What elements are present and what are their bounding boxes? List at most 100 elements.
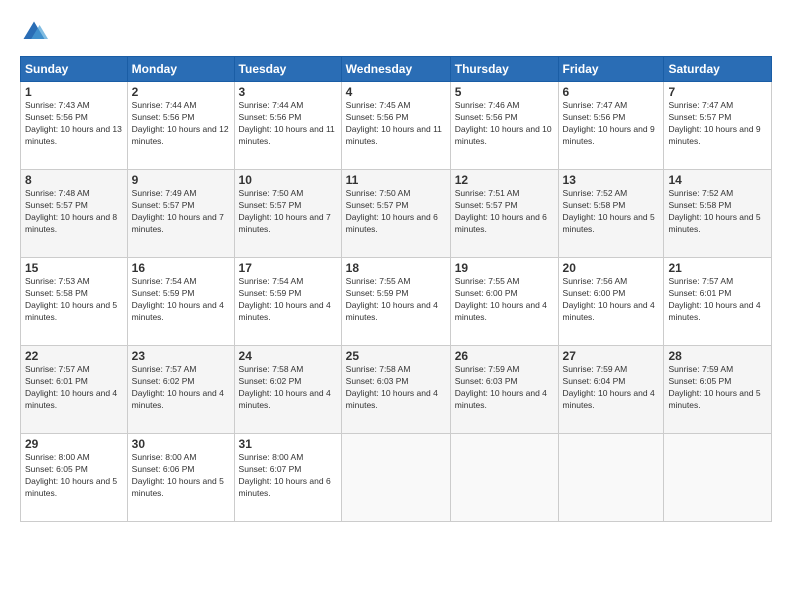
header-day-tuesday: Tuesday [234, 57, 341, 82]
day-number: 6 [563, 85, 660, 99]
sunset-label: Sunset: 6:03 PM [346, 376, 409, 386]
daylight-label: Daylight: 10 hours and 5 minutes. [132, 476, 224, 498]
day-cell: 2 Sunrise: 7:44 AM Sunset: 5:56 PM Dayli… [127, 82, 234, 170]
day-info: Sunrise: 7:54 AM Sunset: 5:59 PM Dayligh… [132, 276, 230, 324]
day-cell: 31 Sunrise: 8:00 AM Sunset: 6:07 PM Dayl… [234, 434, 341, 522]
daylight-label: Daylight: 10 hours and 5 minutes. [25, 300, 117, 322]
day-cell [664, 434, 772, 522]
daylight-label: Daylight: 10 hours and 4 minutes. [239, 300, 331, 322]
daylight-label: Daylight: 10 hours and 11 minutes. [239, 124, 335, 146]
sunrise-label: Sunrise: 7:47 AM [563, 100, 628, 110]
daylight-label: Daylight: 10 hours and 5 minutes. [668, 212, 760, 234]
daylight-label: Daylight: 10 hours and 7 minutes. [239, 212, 331, 234]
day-info: Sunrise: 7:54 AM Sunset: 5:59 PM Dayligh… [239, 276, 337, 324]
sunrise-label: Sunrise: 7:52 AM [668, 188, 733, 198]
day-cell: 5 Sunrise: 7:46 AM Sunset: 5:56 PM Dayli… [450, 82, 558, 170]
sunset-label: Sunset: 6:00 PM [455, 288, 518, 298]
header [20, 18, 772, 46]
sunset-label: Sunset: 5:56 PM [346, 112, 409, 122]
day-info: Sunrise: 7:46 AM Sunset: 5:56 PM Dayligh… [455, 100, 554, 148]
sunset-label: Sunset: 6:06 PM [132, 464, 195, 474]
sunrise-label: Sunrise: 7:53 AM [25, 276, 90, 286]
calendar: SundayMondayTuesdayWednesdayThursdayFrid… [20, 56, 772, 522]
sunset-label: Sunset: 5:56 PM [563, 112, 626, 122]
daylight-label: Daylight: 10 hours and 6 minutes. [346, 212, 438, 234]
sunrise-label: Sunrise: 7:57 AM [132, 364, 197, 374]
sunset-label: Sunset: 5:57 PM [668, 112, 731, 122]
day-cell: 13 Sunrise: 7:52 AM Sunset: 5:58 PM Dayl… [558, 170, 664, 258]
day-info: Sunrise: 7:47 AM Sunset: 5:57 PM Dayligh… [668, 100, 767, 148]
day-number: 7 [668, 85, 767, 99]
daylight-label: Daylight: 10 hours and 4 minutes. [563, 388, 655, 410]
sunrise-label: Sunrise: 7:56 AM [563, 276, 628, 286]
sunrise-label: Sunrise: 8:00 AM [239, 452, 304, 462]
day-info: Sunrise: 7:47 AM Sunset: 5:56 PM Dayligh… [563, 100, 660, 148]
day-number: 28 [668, 349, 767, 363]
sunset-label: Sunset: 5:56 PM [455, 112, 518, 122]
logo-icon [20, 18, 48, 46]
day-number: 10 [239, 173, 337, 187]
day-info: Sunrise: 7:48 AM Sunset: 5:57 PM Dayligh… [25, 188, 123, 236]
sunrise-label: Sunrise: 7:55 AM [455, 276, 520, 286]
day-number: 23 [132, 349, 230, 363]
week-row-5: 29 Sunrise: 8:00 AM Sunset: 6:05 PM Dayl… [21, 434, 772, 522]
sunset-label: Sunset: 5:56 PM [25, 112, 88, 122]
sunrise-label: Sunrise: 7:57 AM [25, 364, 90, 374]
daylight-label: Daylight: 10 hours and 13 minutes. [25, 124, 122, 146]
day-info: Sunrise: 7:53 AM Sunset: 5:58 PM Dayligh… [25, 276, 123, 324]
daylight-label: Daylight: 10 hours and 9 minutes. [563, 124, 655, 146]
day-number: 17 [239, 261, 337, 275]
daylight-label: Daylight: 10 hours and 4 minutes. [346, 300, 438, 322]
day-cell [341, 434, 450, 522]
sunrise-label: Sunrise: 7:52 AM [563, 188, 628, 198]
day-number: 21 [668, 261, 767, 275]
sunrise-label: Sunrise: 7:55 AM [346, 276, 411, 286]
day-info: Sunrise: 7:55 AM Sunset: 5:59 PM Dayligh… [346, 276, 446, 324]
day-cell: 10 Sunrise: 7:50 AM Sunset: 5:57 PM Dayl… [234, 170, 341, 258]
day-cell: 1 Sunrise: 7:43 AM Sunset: 5:56 PM Dayli… [21, 82, 128, 170]
day-info: Sunrise: 7:58 AM Sunset: 6:03 PM Dayligh… [346, 364, 446, 412]
sunset-label: Sunset: 5:58 PM [25, 288, 88, 298]
day-cell: 25 Sunrise: 7:58 AM Sunset: 6:03 PM Dayl… [341, 346, 450, 434]
sunrise-label: Sunrise: 7:46 AM [455, 100, 520, 110]
sunset-label: Sunset: 6:01 PM [668, 288, 731, 298]
day-number: 22 [25, 349, 123, 363]
day-number: 12 [455, 173, 554, 187]
day-info: Sunrise: 7:59 AM Sunset: 6:05 PM Dayligh… [668, 364, 767, 412]
sunrise-label: Sunrise: 7:54 AM [239, 276, 304, 286]
sunrise-label: Sunrise: 7:43 AM [25, 100, 90, 110]
day-cell: 11 Sunrise: 7:50 AM Sunset: 5:57 PM Dayl… [341, 170, 450, 258]
daylight-label: Daylight: 10 hours and 4 minutes. [239, 388, 331, 410]
sunrise-label: Sunrise: 7:58 AM [346, 364, 411, 374]
header-day-monday: Monday [127, 57, 234, 82]
day-info: Sunrise: 7:45 AM Sunset: 5:56 PM Dayligh… [346, 100, 446, 148]
day-cell: 26 Sunrise: 7:59 AM Sunset: 6:03 PM Dayl… [450, 346, 558, 434]
day-info: Sunrise: 7:51 AM Sunset: 5:57 PM Dayligh… [455, 188, 554, 236]
day-cell: 12 Sunrise: 7:51 AM Sunset: 5:57 PM Dayl… [450, 170, 558, 258]
daylight-label: Daylight: 10 hours and 11 minutes. [346, 124, 442, 146]
daylight-label: Daylight: 10 hours and 9 minutes. [668, 124, 760, 146]
day-cell: 3 Sunrise: 7:44 AM Sunset: 5:56 PM Dayli… [234, 82, 341, 170]
day-number: 19 [455, 261, 554, 275]
daylight-label: Daylight: 10 hours and 5 minutes. [668, 388, 760, 410]
daylight-label: Daylight: 10 hours and 5 minutes. [25, 476, 117, 498]
day-cell: 27 Sunrise: 7:59 AM Sunset: 6:04 PM Dayl… [558, 346, 664, 434]
sunrise-label: Sunrise: 7:47 AM [668, 100, 733, 110]
day-number: 8 [25, 173, 123, 187]
day-info: Sunrise: 8:00 AM Sunset: 6:07 PM Dayligh… [239, 452, 337, 500]
day-number: 30 [132, 437, 230, 451]
sunrise-label: Sunrise: 7:50 AM [346, 188, 411, 198]
day-cell [558, 434, 664, 522]
week-row-4: 22 Sunrise: 7:57 AM Sunset: 6:01 PM Dayl… [21, 346, 772, 434]
day-number: 14 [668, 173, 767, 187]
day-cell: 4 Sunrise: 7:45 AM Sunset: 5:56 PM Dayli… [341, 82, 450, 170]
day-cell: 20 Sunrise: 7:56 AM Sunset: 6:00 PM Dayl… [558, 258, 664, 346]
sunrise-label: Sunrise: 7:59 AM [563, 364, 628, 374]
sunrise-label: Sunrise: 7:59 AM [455, 364, 520, 374]
sunrise-label: Sunrise: 8:00 AM [25, 452, 90, 462]
daylight-label: Daylight: 10 hours and 10 minutes. [455, 124, 552, 146]
daylight-label: Daylight: 10 hours and 12 minutes. [132, 124, 229, 146]
sunrise-label: Sunrise: 7:54 AM [132, 276, 197, 286]
day-cell: 15 Sunrise: 7:53 AM Sunset: 5:58 PM Dayl… [21, 258, 128, 346]
daylight-label: Daylight: 10 hours and 6 minutes. [455, 212, 547, 234]
